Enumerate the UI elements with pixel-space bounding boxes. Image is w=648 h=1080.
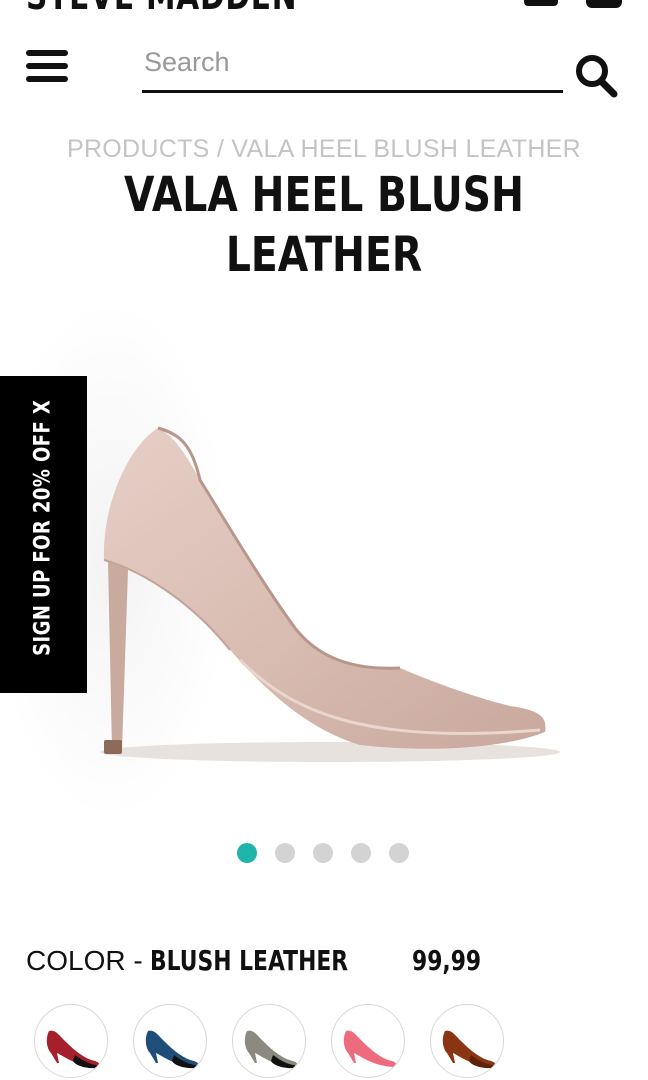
signup-promo-label: SIGN UP FOR 20% OFF X xyxy=(30,399,56,656)
header-icons xyxy=(524,0,622,8)
menu-icon-bar xyxy=(26,63,68,69)
color-price-row: COLOR - BLUSH LEATHER 99,99 xyxy=(26,944,501,977)
menu-icon-bar xyxy=(26,76,68,82)
swatch-brown[interactable] xyxy=(430,1004,504,1078)
carousel-dot-5[interactable] xyxy=(389,843,409,863)
menu-icon-bar xyxy=(26,50,68,56)
shoe-thumbnail-icon xyxy=(46,1030,100,1069)
swatch-red[interactable] xyxy=(34,1004,108,1078)
signup-promo-tab[interactable]: SIGN UP FOR 20% OFF X xyxy=(0,376,87,693)
carousel-dots xyxy=(237,843,409,863)
swatch-pink[interactable] xyxy=(331,1004,405,1078)
search-bar xyxy=(142,42,567,93)
signup-promo-text: SIGN UP FOR 20% OFF X xyxy=(31,384,56,684)
carousel-dot-3[interactable] xyxy=(313,843,333,863)
product-image[interactable] xyxy=(0,240,648,820)
swatch-blue[interactable] xyxy=(133,1004,207,1078)
shoe-thumbnail-icon xyxy=(145,1030,199,1069)
brand-logo[interactable]: STEVE MADDEN xyxy=(26,0,297,14)
bag-icon[interactable] xyxy=(586,0,622,8)
shoe-thumbnail-icon xyxy=(343,1030,397,1067)
menu-button[interactable] xyxy=(26,50,68,86)
carousel-dot-4[interactable] xyxy=(351,843,371,863)
search-icon xyxy=(576,55,618,98)
color-value: BLUSH LEATHER xyxy=(150,944,349,977)
carousel-dot-2[interactable] xyxy=(275,843,295,863)
search-input[interactable] xyxy=(142,42,567,82)
carousel-dot-1[interactable] xyxy=(237,843,257,863)
breadcrumb[interactable]: PRODUCTS / VALA HEEL BLUSH LEATHER xyxy=(0,135,648,164)
color-swatches xyxy=(34,1004,504,1078)
account-icon[interactable] xyxy=(524,0,558,6)
search-button[interactable] xyxy=(570,50,622,98)
shoe-thumbnail-icon xyxy=(442,1030,496,1069)
swatch-grey[interactable] xyxy=(232,1004,306,1078)
shoe-thumbnail-icon xyxy=(244,1030,298,1069)
color-label: COLOR - xyxy=(26,945,143,976)
price: 99,99 xyxy=(412,944,482,977)
